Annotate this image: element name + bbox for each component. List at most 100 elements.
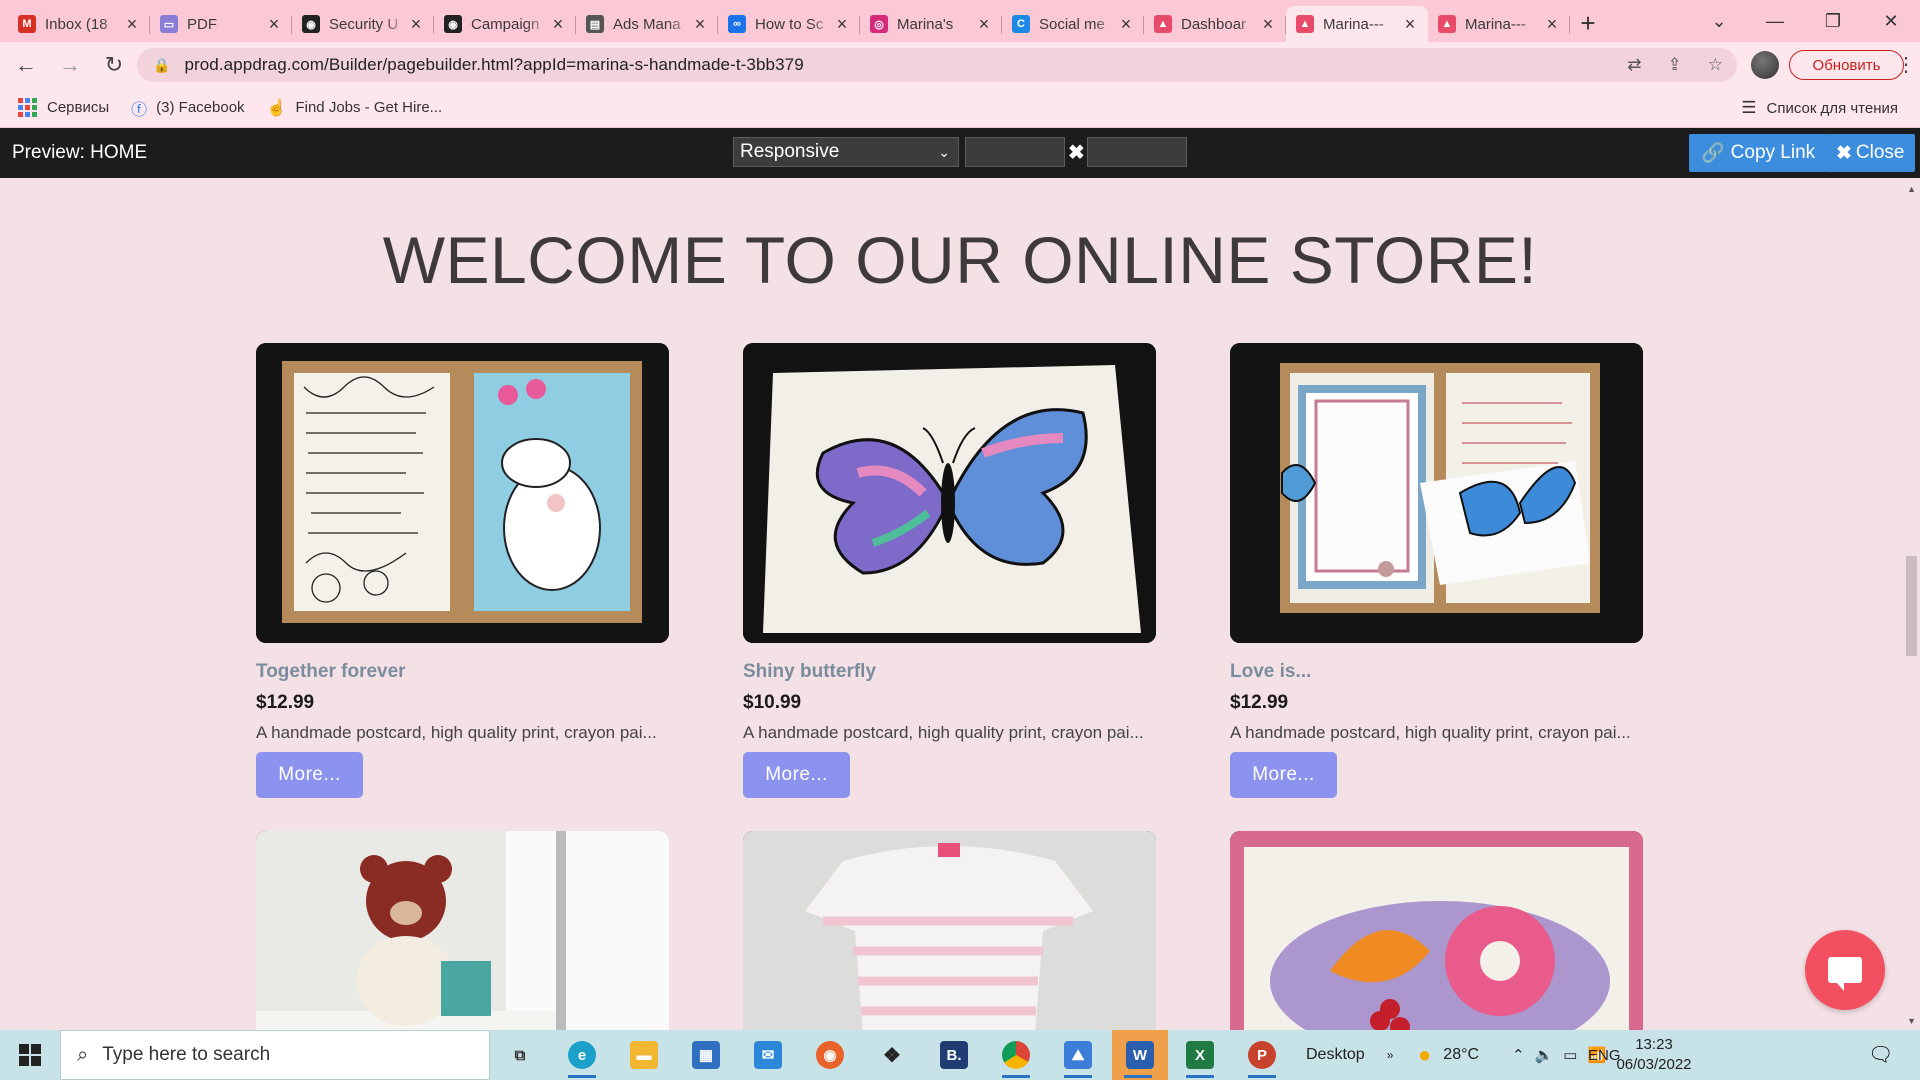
- close-window-icon[interactable]: ✕: [1862, 0, 1920, 42]
- desktop-toolbar[interactable]: Desktop »: [1306, 1030, 1393, 1080]
- browser-tab[interactable]: ▤ Ads Mana ×: [576, 6, 718, 42]
- ads-manager-icon: ▤: [586, 15, 604, 33]
- address-bar[interactable]: 🔒 prod.appdrag.com/Builder/pagebuilder.h…: [137, 48, 1737, 82]
- browser-tab[interactable]: ▲ Marina--- ×: [1428, 6, 1570, 42]
- lock-icon: 🔒: [153, 56, 171, 73]
- gmail-icon: M: [18, 15, 36, 33]
- profile-avatar[interactable]: [1751, 51, 1779, 79]
- close-tab-icon[interactable]: ×: [1118, 15, 1134, 33]
- task-view-icon[interactable]: ⧉: [494, 1030, 546, 1080]
- mailchimp-icon: ◉: [302, 15, 320, 33]
- product-name[interactable]: Love is...: [1230, 661, 1643, 683]
- browser-tab[interactable]: ◉ Campaign ×: [434, 6, 576, 42]
- minimize-icon[interactable]: —: [1746, 0, 1804, 42]
- browser-tab[interactable]: ∞ How to Sc ×: [718, 6, 860, 42]
- dropbox-icon[interactable]: ❖: [866, 1030, 918, 1080]
- mail-icon[interactable]: ✉: [742, 1030, 794, 1080]
- word-icon[interactable]: W: [1112, 1030, 1168, 1080]
- scroll-up-icon[interactable]: ▲: [1907, 184, 1916, 194]
- browser-tab[interactable]: ▲ Marina--- ×: [1286, 6, 1428, 42]
- product-image-shiny-butterfly[interactable]: [743, 343, 1156, 643]
- edge-icon[interactable]: e: [556, 1030, 608, 1080]
- close-tab-icon[interactable]: ×: [124, 15, 140, 33]
- copy-link-button[interactable]: 🔗 Copy Link: [1689, 134, 1828, 172]
- reload-icon[interactable]: ↻: [96, 47, 132, 83]
- excel-icon[interactable]: X: [1174, 1030, 1226, 1080]
- bookmark-find-jobs[interactable]: ☝ Find Jobs - Get Hire...: [267, 98, 443, 118]
- meta-icon: ∞: [728, 15, 746, 33]
- product-name[interactable]: Shiny butterfly: [743, 661, 1156, 683]
- file-explorer-icon[interactable]: ▬: [618, 1030, 670, 1080]
- bookmark-star-icon[interactable]: ☆: [1708, 55, 1723, 75]
- photos-icon[interactable]: ⛰: [1052, 1030, 1104, 1080]
- booking-icon[interactable]: B.: [928, 1030, 980, 1080]
- weather-widget[interactable]: ● 28°C: [1418, 1030, 1479, 1080]
- close-tab-icon[interactable]: ×: [692, 15, 708, 33]
- preview-bar: Preview: HOME Responsive ⌄ ✖ 🔗 Copy Link…: [0, 128, 1920, 178]
- reading-list[interactable]: ☰ Список для чтения: [1741, 88, 1898, 128]
- tab-title: Marina's: [897, 15, 954, 33]
- update-button[interactable]: Обновить: [1789, 50, 1904, 80]
- bookmark-facebook[interactable]: ⓕ (3) Facebook: [131, 96, 244, 120]
- close-tab-icon[interactable]: ×: [1260, 15, 1276, 33]
- start-button[interactable]: [0, 1030, 60, 1080]
- clock[interactable]: 13:23 06/03/2022: [1606, 1035, 1702, 1075]
- width-input[interactable]: [965, 137, 1065, 167]
- tab-title: Security U: [329, 15, 399, 33]
- store-icon[interactable]: ▦: [680, 1030, 732, 1080]
- close-tab-icon[interactable]: ×: [266, 15, 282, 33]
- tab-title: Ads Mana: [613, 15, 681, 33]
- browser-tab[interactable]: ◎ Marina's ×: [860, 6, 1002, 42]
- device-mode-select[interactable]: Responsive ⌄: [733, 137, 959, 167]
- product-price: $10.99: [743, 692, 802, 713]
- share-icon[interactable]: ⇪: [1668, 55, 1682, 75]
- close-tab-icon[interactable]: ×: [834, 15, 850, 33]
- volume-icon[interactable]: 🔈: [1535, 1046, 1554, 1064]
- close-tab-icon[interactable]: ×: [408, 15, 424, 33]
- close-preview-button[interactable]: ✖ Close: [1826, 134, 1915, 172]
- powerpoint-icon[interactable]: P: [1236, 1030, 1288, 1080]
- menu-dots-icon[interactable]: ⋮: [1896, 52, 1916, 77]
- maximize-icon[interactable]: ❐: [1804, 0, 1862, 42]
- product-image-teddy-bear[interactable]: [256, 831, 669, 1030]
- tab-search-icon[interactable]: ⌄: [1690, 0, 1748, 42]
- product-name[interactable]: Together forever: [256, 661, 669, 683]
- more-button[interactable]: More...: [256, 752, 363, 798]
- back-icon[interactable]: ←: [8, 47, 44, 83]
- browser-tab[interactable]: M Inbox (18 ×: [8, 6, 150, 42]
- device-mode-value: Responsive: [740, 141, 840, 162]
- product-card: [256, 831, 669, 1030]
- browser-tab[interactable]: ▲ Dashboar ×: [1144, 6, 1286, 42]
- more-button[interactable]: More...: [743, 752, 850, 798]
- appdrag-icon: ▲: [1296, 15, 1314, 33]
- scrollbar-thumb[interactable]: [1906, 556, 1917, 656]
- browser-tab[interactable]: C Social me ×: [1002, 6, 1144, 42]
- search-icon: ⌕: [77, 1043, 89, 1066]
- translate-icon[interactable]: ⇄: [1627, 55, 1641, 75]
- bookmark-apps[interactable]: Сервисы: [18, 98, 109, 117]
- battery-icon[interactable]: ▭: [1563, 1046, 1577, 1064]
- close-tab-icon[interactable]: ×: [1402, 15, 1418, 33]
- new-tab-icon[interactable]: +: [1570, 6, 1606, 42]
- notifications-icon[interactable]: 🗨: [1868, 1042, 1893, 1067]
- chrome-icon[interactable]: [990, 1030, 1042, 1080]
- browser-tab[interactable]: ◉ Security U ×: [292, 6, 434, 42]
- firefox-icon[interactable]: ◉: [804, 1030, 856, 1080]
- scrollbar[interactable]: ▲ ▼: [1903, 178, 1920, 1030]
- browser-tab[interactable]: ▭ PDF ×: [150, 6, 292, 42]
- product-image-fruit-painting[interactable]: [1230, 831, 1643, 1030]
- product-image-love-is[interactable]: [1230, 343, 1643, 643]
- close-tab-icon[interactable]: ×: [1544, 15, 1560, 33]
- more-button[interactable]: More...: [1230, 752, 1337, 798]
- taskbar-search[interactable]: ⌕ Type here to search: [60, 1030, 490, 1080]
- close-tab-icon[interactable]: ×: [976, 15, 992, 33]
- forward-icon[interactable]: →: [52, 47, 88, 83]
- url-text[interactable]: prod.appdrag.com/Builder/pagebuilder.htm…: [184, 55, 803, 75]
- product-image-baby-romper[interactable]: [743, 831, 1156, 1030]
- height-input[interactable]: [1087, 137, 1187, 167]
- chevron-up-icon[interactable]: ⌃: [1512, 1046, 1525, 1064]
- product-image-together-forever[interactable]: [256, 343, 669, 643]
- scroll-down-icon[interactable]: ▼: [1907, 1016, 1916, 1026]
- close-tab-icon[interactable]: ×: [550, 15, 566, 33]
- chat-button[interactable]: [1805, 930, 1885, 1010]
